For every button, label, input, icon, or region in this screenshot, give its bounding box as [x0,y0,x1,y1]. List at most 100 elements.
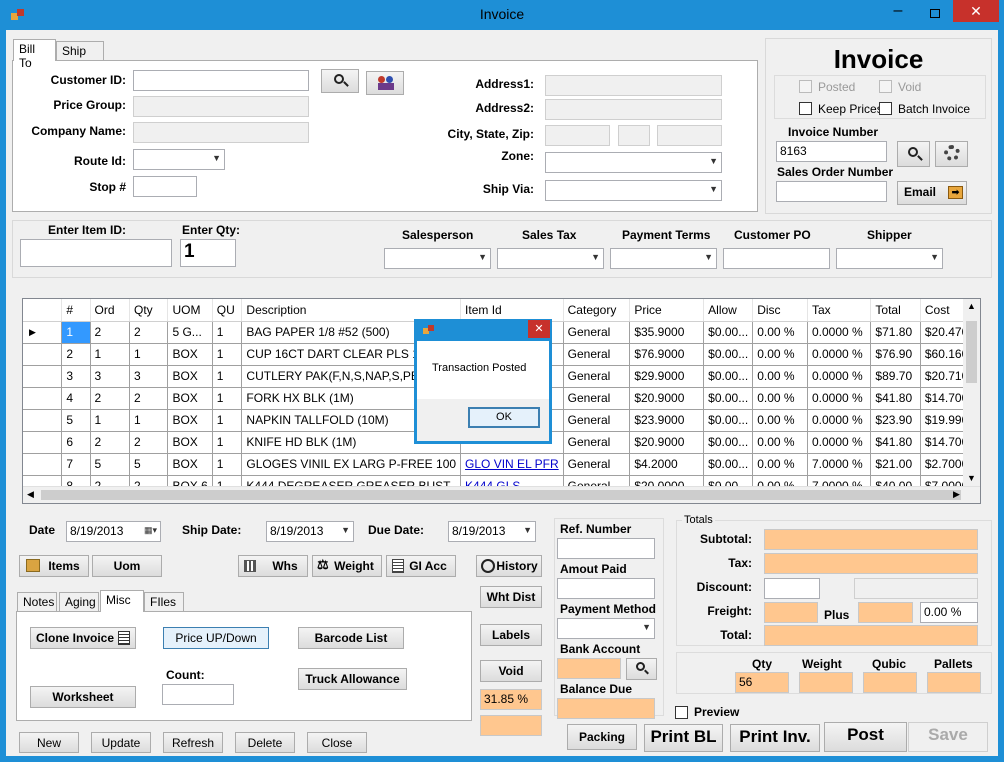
row-header[interactable] [23,365,63,388]
table-cell[interactable]: 1 [61,321,91,344]
table-cell[interactable]: 5 [61,409,91,432]
table-row[interactable]: 7 5 5 BOX 1 GLOGES VINIL EX LARG P-FREE 100 GL… [23,453,980,476]
tab-notes[interactable]: Notes [17,592,57,612]
stop-input[interactable] [133,176,197,197]
bank-search-button[interactable] [626,658,657,680]
shipper-select[interactable]: ▼ [836,248,943,269]
table-cell[interactable]: 3 [61,365,91,388]
table-cell[interactable]: 5 [90,453,131,476]
table-cell[interactable]: $29.9000 [629,365,705,388]
invoice-settings-button[interactable] [935,141,968,167]
table-cell[interactable]: 0.00 % [752,387,808,410]
save-button[interactable]: Save [908,722,988,752]
row-header[interactable] [23,409,63,432]
table-cell[interactable]: 0.0000 % [807,409,872,432]
current-row-indicator-icon[interactable]: ▶ [23,321,63,344]
table-cell[interactable]: BOX [167,409,213,432]
table-cell[interactable]: 5 G... [167,321,213,344]
close-button[interactable]: Close [307,732,367,753]
count-input[interactable] [162,684,234,705]
table-cell[interactable]: $20.9000 [629,431,705,454]
uom-button[interactable]: Uom [92,555,162,577]
price-up-down-button[interactable]: Price UP/Down [163,627,269,649]
table-cell[interactable]: GLOGES VINIL EX LARG P-FREE 100 [241,453,462,476]
table-cell[interactable]: 5 [129,453,169,476]
column-header[interactable]: QU [212,299,243,322]
payment-terms-select[interactable]: ▼ [610,248,717,269]
scroll-up-icon[interactable]: ▲ [967,301,976,311]
clone-invoice-button[interactable]: Clone Invoice [30,627,136,649]
posted-checkbox[interactable] [799,80,812,93]
whs-button[interactable]: Whs [238,555,308,577]
table-cell[interactable]: 1 [90,409,131,432]
table-cell[interactable]: 0.0000 % [807,431,872,454]
table-cell[interactable]: $0.00... [703,387,754,410]
table-cell[interactable]: 3 [129,365,169,388]
table-cell[interactable]: $89.70 [870,365,921,388]
table-cell[interactable]: BOX [167,431,213,454]
tab-ship-to[interactable]: Ship To [56,41,104,72]
table-cell[interactable]: $35.9000 [629,321,705,344]
table-cell[interactable]: $23.9000 [629,409,705,432]
new-button[interactable]: New [19,732,79,753]
table-cell[interactable]: $71.80 [870,321,921,344]
table-cell[interactable]: 7.0000 % [807,453,872,476]
table-cell[interactable]: $41.80 [870,387,921,410]
update-button[interactable]: Update [91,732,151,753]
ship-date-picker[interactable]: 8/19/2013 ▼ [266,521,354,542]
zip-input[interactable] [657,125,722,146]
packing-button[interactable]: Packing [567,724,637,750]
invoice-search-button[interactable] [897,141,930,167]
freight-input[interactable] [764,602,818,623]
table-cell[interactable]: General [563,387,631,410]
table-cell[interactable]: 1 [129,343,169,366]
email-button[interactable]: Email ➡ [897,181,967,205]
tab-aging[interactable]: Aging [59,592,99,612]
post-button[interactable]: Post [824,722,907,752]
batch-invoice-checkbox[interactable] [879,102,892,115]
address1-input[interactable] [545,75,722,96]
items-button[interactable]: Items [19,555,89,577]
table-cell[interactable]: 2 [90,321,131,344]
table-cell[interactable]: $0.00... [703,365,754,388]
column-header[interactable]: Qty [129,299,169,322]
dialog-ok-button[interactable]: OK [468,407,540,428]
payment-method-select[interactable]: ▼ [557,618,655,639]
table-cell[interactable]: $4.2000 [629,453,705,476]
table-cell[interactable]: $21.00 [870,453,921,476]
table-cell[interactable]: 2 [90,431,131,454]
row-header[interactable] [23,453,63,476]
date-picker[interactable]: 8/19/2013 ▦▾ [66,521,161,542]
table-cell[interactable]: 1 [212,343,243,366]
table-cell[interactable]: 6 [61,431,91,454]
wht-dist-button[interactable]: Wht Dist [480,586,542,608]
column-header[interactable]: Category [563,299,631,322]
column-header[interactable]: Ord [90,299,131,322]
price-group-input[interactable] [133,96,309,117]
grid-horizontal-scrollbar[interactable]: ◀ ▶ [23,486,980,503]
table-cell[interactable]: 0.00 % [752,321,808,344]
table-cell[interactable]: 0.0000 % [807,343,872,366]
column-header[interactable]: Price [629,299,705,322]
column-header[interactable]: # [61,299,91,322]
labels-button[interactable]: Labels [480,624,542,646]
print-inv-button[interactable]: Print Inv. [730,724,820,752]
table-cell[interactable]: $23.90 [870,409,921,432]
table-cell[interactable]: 4 [61,387,91,410]
table-cell[interactable]: 1 [212,321,243,344]
calendar-icon[interactable]: ▦▾ [144,525,157,536]
table-cell[interactable]: 1 [90,343,131,366]
history-button[interactable]: History [476,555,542,577]
close-window-button[interactable]: ✕ [953,0,999,22]
table-cell[interactable]: 1 [129,409,169,432]
column-header[interactable]: Total [870,299,921,322]
table-cell[interactable]: 2 [90,387,131,410]
column-header[interactable]: Item Id [460,299,564,322]
column-header[interactable]: Allow [703,299,754,322]
scroll-down-icon[interactable]: ▼ [967,473,976,483]
table-cell[interactable]: 0.00 % [752,409,808,432]
scroll-thumb[interactable] [966,321,977,383]
plus-percent[interactable]: 0.00 % [920,602,978,623]
table-cell[interactable]: 3 [90,365,131,388]
void-checkbox[interactable] [879,80,892,93]
